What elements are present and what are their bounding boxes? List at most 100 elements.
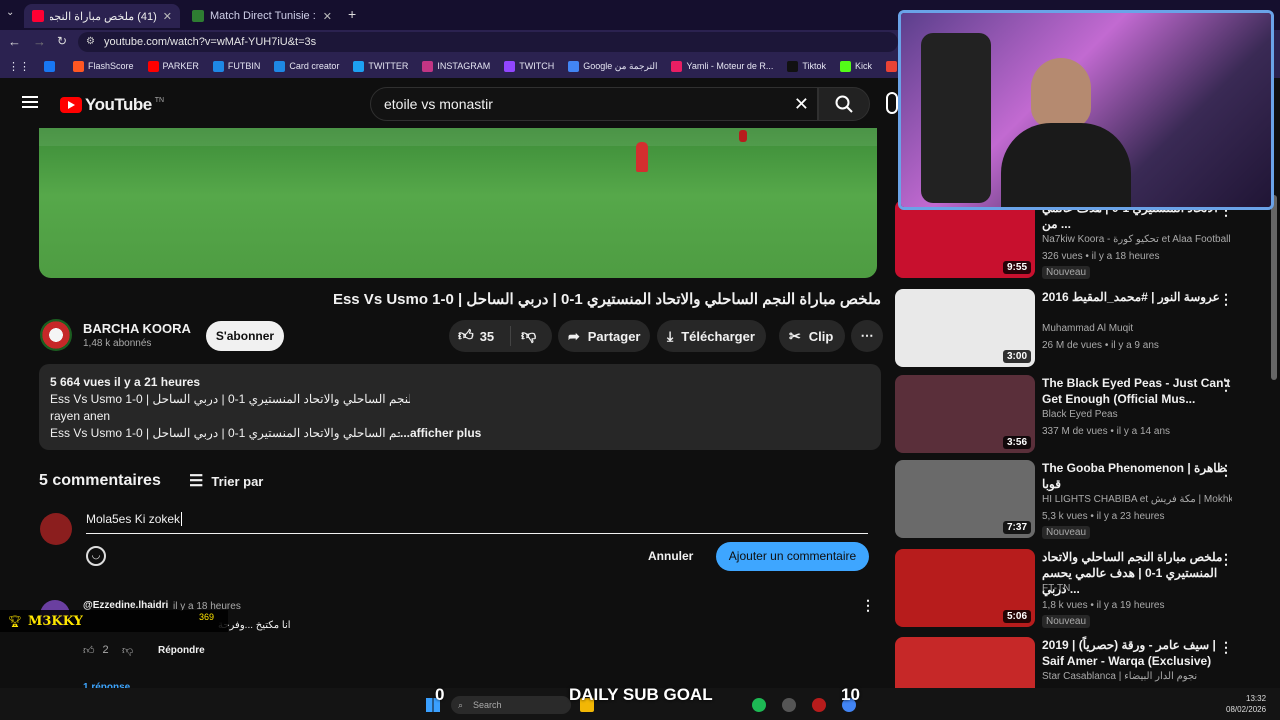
video-menu-icon[interactable]: ⋮ [1219, 551, 1233, 568]
share-label: Partager [587, 328, 641, 344]
scissors-icon: ✂ [789, 327, 801, 344]
tab-youtube[interactable]: (41) ملخص مباراة النجم الساحلي ✕ [24, 4, 180, 28]
tab-label: (41) ملخص مباراة النجم الساحلي [50, 10, 157, 23]
close-tab-icon[interactable]: ✕ [323, 10, 332, 23]
bookmark-label: Card creator [289, 61, 340, 71]
search-button[interactable] [818, 87, 870, 121]
bookmark-item[interactable]: TWITCH [497, 60, 561, 72]
bookmark-item[interactable]: Card creator [267, 60, 346, 72]
video-thumbnail[interactable]: 7:37 [895, 460, 1035, 538]
recommended-video[interactable]: 3:56 The Black Eyed Peas - Just Can't Get… [895, 375, 1265, 453]
video-thumbnail[interactable]: 9:55 [895, 200, 1035, 278]
site-favicon-icon [192, 10, 204, 22]
recommended-video[interactable]: 9:55الاتحاد المنستيري 1-0 | هدف عالمي من… [895, 200, 1265, 279]
bookmark-item[interactable]: Tiktok [780, 60, 833, 72]
recommended-video[interactable]: 7:37 The Gooba Phenomenon | ظاهرة قوبا HI … [895, 460, 1265, 539]
clock-date[interactable]: 08/02/2026 [1226, 705, 1266, 714]
recommended-channel[interactable]: HI LIGHTS CHABIBA et مكة فريش | Mokhk ..… [1042, 494, 1232, 505]
sort-button[interactable]: ☰ Trier par [189, 471, 263, 491]
recommended-channel[interactable]: FT-TN [1042, 583, 1232, 594]
taskbar-search[interactable]: ⌕ Search [451, 696, 571, 714]
recommended-title[interactable]: سيف عامر - ورقة (حصرياً) | 2019 | Saif A… [1042, 637, 1232, 669]
download-button[interactable]: ⤓ Télécharger [657, 320, 766, 352]
menu-icon[interactable] [22, 96, 38, 108]
back-icon[interactable]: ← [8, 34, 21, 49]
recommended-video[interactable]: 3:00 عروسة النور | #محمد_المقيط 2016 Muham… [895, 289, 1265, 367]
bookmark-favicon-icon [840, 60, 852, 72]
clip-button[interactable]: ✂ Clip [779, 320, 845, 352]
new-badge: Nouveau [1042, 266, 1091, 279]
bookmark-item[interactable]: Kick [833, 60, 879, 72]
bookmark-label: TWITTER [368, 61, 409, 71]
like-button[interactable]: 👍︎ 35 [449, 326, 511, 346]
recommended-channel[interactable]: Star Casablanca | نجوم الدار البيضاء [1042, 671, 1232, 682]
channel-name[interactable]: BARCHA KOORA [83, 321, 191, 336]
recommended-channel[interactable]: Black Eyed Peas [1042, 409, 1232, 420]
clock-time[interactable]: 13:32 [1246, 694, 1266, 703]
site-info-icon[interactable]: ⚙ [86, 32, 95, 52]
bookmark-item[interactable] [37, 60, 66, 72]
recommended-channel[interactable]: Na7kiw Koora - تحكيو كورة et Alaa Footba… [1042, 234, 1232, 245]
recommended-channel[interactable]: Muhammad Al Muqit [1042, 323, 1232, 334]
video-menu-icon[interactable]: ⋮ [1219, 462, 1233, 479]
video-thumbnail[interactable]: 3:56 [895, 375, 1035, 453]
video-menu-icon[interactable]: ⋮ [1219, 639, 1233, 656]
app-icon[interactable] [812, 698, 826, 712]
comment-dislike-icon[interactable]: 👎︎ [122, 644, 133, 657]
tab-match-direct[interactable]: Match Direct Tunisie : Scores et ✕ [184, 4, 340, 28]
comment-input[interactable]: Mola5es Ki zokek [86, 512, 868, 534]
recommended-title[interactable]: عروسة النور | #محمد_المقيط 2016 [1042, 289, 1232, 305]
dislike-button[interactable]: 👎︎ [511, 327, 536, 345]
subscribe-button[interactable]: S'abonner [206, 321, 284, 351]
recommended-title[interactable]: The Gooba Phenomenon | ظاهرة قوبا [1042, 460, 1232, 492]
bookmark-label: Yamli - Moteur de R... [686, 61, 774, 71]
youtube-logo[interactable]: YouTube TN [60, 95, 164, 115]
video-menu-icon[interactable]: ⋮ [1219, 377, 1233, 394]
video-player[interactable] [39, 128, 877, 278]
comment-menu-icon[interactable]: ⋮ [861, 597, 875, 614]
app-icon[interactable] [782, 698, 796, 712]
bookmark-item[interactable]: TWITTER [346, 60, 415, 72]
reload-icon[interactable]: ↻ [57, 34, 67, 48]
address-bar[interactable]: ⚙ youtube.com/watch?v=wMAf-YUH7iU&t=3s [78, 32, 898, 52]
recommended-meta: 326 vues • il y a 18 heures [1042, 251, 1160, 262]
bookmark-item[interactable]: PARKER [141, 60, 206, 72]
add-comment-button[interactable]: Ajouter un commentaire [716, 542, 869, 571]
bookmark-item[interactable]: FlashScore [66, 60, 141, 72]
reply-button[interactable]: Répondre [158, 645, 205, 656]
comment-like-button[interactable]: 👍︎ 2 [83, 644, 109, 657]
bookmark-item[interactable]: Yamli - Moteur de R... [664, 60, 780, 72]
voice-search-icon[interactable] [886, 92, 898, 114]
thumbs-up-icon: 👍︎ [83, 645, 95, 657]
sidebar-scrollbar[interactable] [1271, 195, 1277, 380]
bookmark-item[interactable]: INSTAGRAM [415, 60, 497, 72]
bookmark-item[interactable]: Google الترجمة من [561, 60, 664, 72]
cancel-button[interactable]: Annuler [648, 549, 693, 563]
forward-icon[interactable]: → [33, 34, 46, 49]
video-title: ملخص مباراة النجم الساحلي والاتحاد المنس… [332, 291, 881, 308]
share-button[interactable]: ➦ Partager [558, 320, 650, 352]
video-thumbnail[interactable]: 3:00 [895, 289, 1035, 367]
apps-icon[interactable]: ⋮⋮ [0, 60, 37, 73]
channel-avatar[interactable] [40, 319, 72, 351]
recommended-title[interactable]: The Black Eyed Peas - Just Can't Get Eno… [1042, 375, 1232, 407]
tab-list-button[interactable]: ⌄ [6, 7, 14, 18]
close-tab-icon[interactable]: ✕ [163, 10, 172, 23]
recommended-video[interactable]: 5:06 ملخص مباراة النجم الساحلي والاتحاد ا… [895, 549, 1265, 628]
player-figure [636, 142, 648, 172]
clear-search-icon[interactable]: ✕ [794, 88, 809, 120]
clip-label: Clip [808, 328, 834, 344]
bookmark-item[interactable]: FUTBIN [206, 60, 268, 72]
show-more-link[interactable]: ...afficher plus [400, 425, 481, 442]
search-input[interactable]: etoile vs monastir ✕ [370, 87, 818, 121]
description-box[interactable]: 5 664 vues il y a 21 heures Ess Vs Usmo … [39, 364, 881, 450]
sub-goal-target: 10 [841, 685, 860, 704]
emoji-icon[interactable]: ◡ [86, 546, 106, 566]
video-thumbnail[interactable]: 5:06 [895, 549, 1035, 627]
new-tab-button[interactable]: + [348, 6, 356, 22]
thumbs-down-icon: 👎︎ [521, 327, 537, 344]
app-icon[interactable] [752, 698, 766, 712]
video-menu-icon[interactable]: ⋮ [1219, 291, 1233, 308]
video-duration: 3:56 [1002, 436, 1031, 449]
more-actions-button[interactable]: ⋯ [851, 320, 883, 352]
